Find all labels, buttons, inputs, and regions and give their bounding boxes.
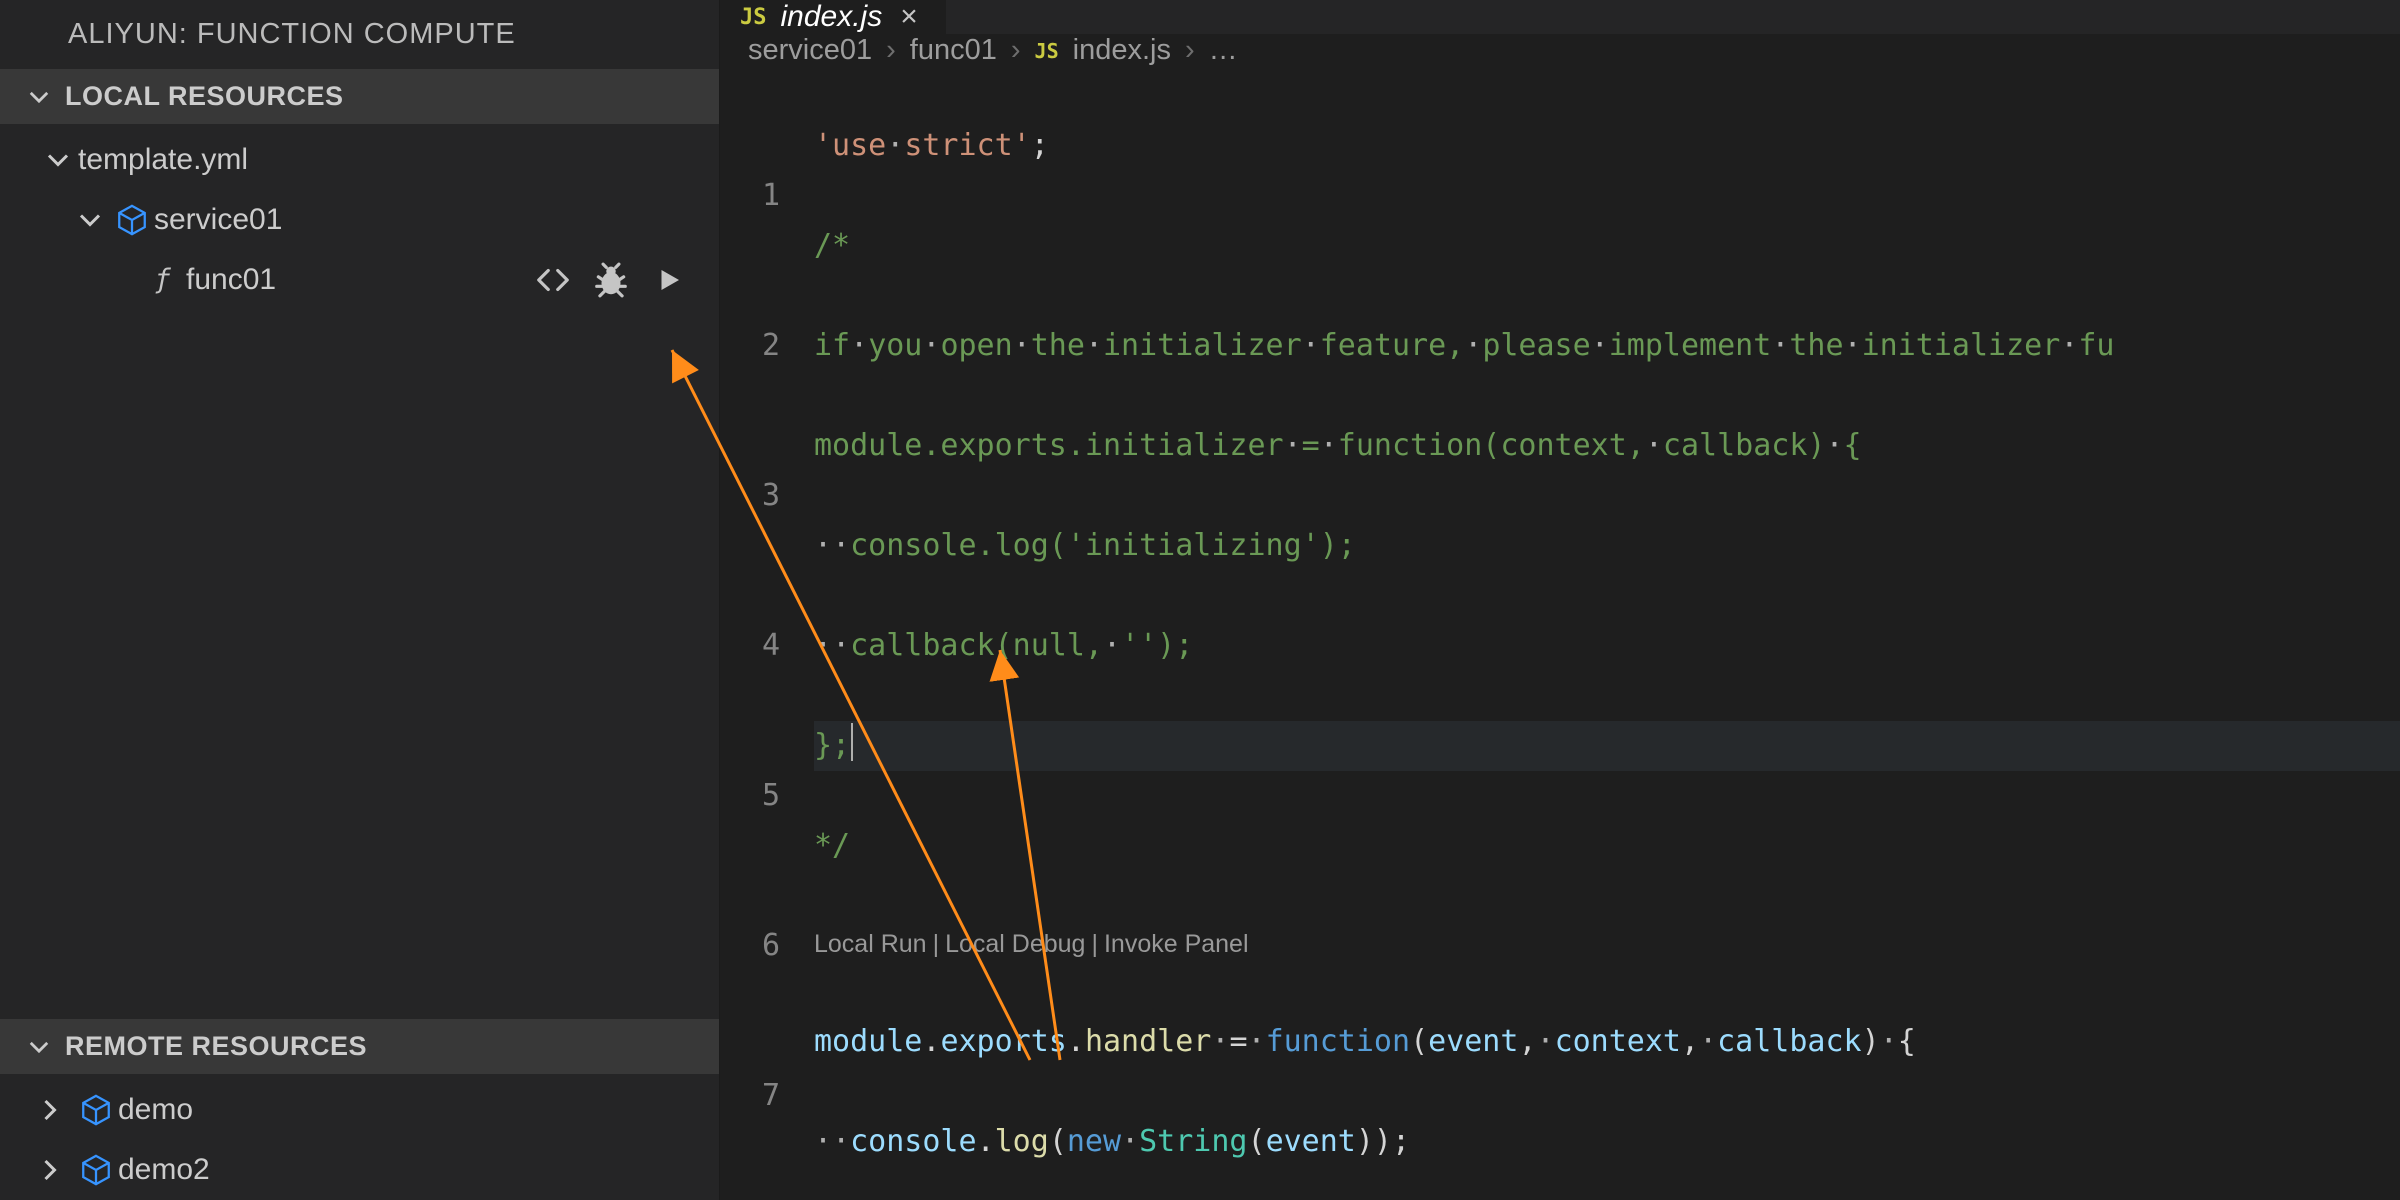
code-line[interactable]: ··console.log('initializing'); xyxy=(814,521,2400,571)
tree-item-service[interactable]: service01 xyxy=(0,190,719,250)
tree-item-label: demo2 xyxy=(118,1153,210,1187)
local-tree: template.yml service01 ƒ func01 xyxy=(0,124,719,310)
breadcrumb-item[interactable]: index.js xyxy=(1073,34,1171,67)
chevron-right-icon: › xyxy=(1011,34,1021,67)
section-header-local-label: LOCAL RESOURCES xyxy=(65,81,344,112)
tree-item-label: template.yml xyxy=(78,143,248,177)
code-line[interactable]: module.exports.handler·=·function(event,… xyxy=(814,1017,2400,1067)
js-file-icon: JS xyxy=(740,5,767,30)
code-line[interactable]: ··callback(null,·''); xyxy=(814,621,2400,671)
chevron-right-icon xyxy=(30,1098,70,1122)
chevron-right-icon: › xyxy=(886,34,896,67)
breadcrumb-item[interactable]: func01 xyxy=(910,34,997,67)
chevron-down-icon xyxy=(70,208,110,232)
codelens-invoke-panel[interactable]: Invoke Panel xyxy=(1104,930,1249,958)
sidebar-spacer xyxy=(0,310,719,1019)
remote-tree: demo demo2 xyxy=(0,1074,719,1200)
tab-bar: JS index.js × xyxy=(720,0,2400,34)
tree-item-label: demo xyxy=(118,1093,193,1127)
section-header-remote[interactable]: REMOTE RESOURCES xyxy=(0,1019,719,1074)
chevron-right-icon xyxy=(30,1158,70,1182)
tree-item-label: func01 xyxy=(186,263,276,297)
js-file-icon: JS xyxy=(1035,39,1059,63)
sidebar: ALIYUN: FUNCTION COMPUTE LOCAL RESOURCES… xyxy=(0,0,720,1200)
code-line[interactable]: /* xyxy=(814,221,2400,271)
line-number: 1 xyxy=(720,171,780,221)
tree-item-label: service01 xyxy=(154,203,282,237)
tree-item-remote[interactable]: demo xyxy=(0,1080,719,1140)
editor: JS index.js × service01 › func01 › JS in… xyxy=(720,0,2400,1200)
tree-item-function[interactable]: ƒ func01 xyxy=(0,250,719,310)
chevron-right-icon: › xyxy=(1185,34,1195,67)
gutter: 1 2 3 4 5 6 7 8 9 10 11 12 xyxy=(720,71,814,1200)
tree-item-template[interactable]: template.yml xyxy=(0,130,719,190)
cube-icon xyxy=(74,1153,118,1187)
line-number: 4 xyxy=(720,621,780,671)
panel-title: ALIYUN: FUNCTION COMPUTE xyxy=(0,0,719,69)
code-icon[interactable] xyxy=(533,260,573,300)
breadcrumb: service01 › func01 › JS index.js › … xyxy=(720,34,2400,67)
code-content[interactable]: 'use·strict'; /* if·you·open·the·initial… xyxy=(814,71,2400,1200)
code-lens: Local Run|Local Debug|Invoke Panel xyxy=(814,921,2400,967)
breadcrumb-overflow[interactable]: … xyxy=(1209,34,1240,67)
play-icon[interactable] xyxy=(649,260,689,300)
cube-icon xyxy=(110,203,154,237)
codelens-local-debug[interactable]: Local Debug xyxy=(945,930,1085,958)
section-header-local[interactable]: LOCAL RESOURCES xyxy=(0,69,719,124)
line-number: 3 xyxy=(720,471,780,521)
text-cursor xyxy=(851,723,853,761)
code-line[interactable]: */ xyxy=(814,821,2400,871)
code-line[interactable]: 'use·strict'; xyxy=(814,121,2400,171)
bug-icon[interactable] xyxy=(591,260,631,300)
line-number: 2 xyxy=(720,321,780,371)
close-icon[interactable]: × xyxy=(896,0,922,34)
line-number: 5 xyxy=(720,771,780,821)
chevron-down-icon xyxy=(25,1036,53,1058)
section-header-remote-label: REMOTE RESOURCES xyxy=(65,1031,367,1062)
breadcrumb-item[interactable]: service01 xyxy=(748,34,872,67)
cube-icon xyxy=(74,1093,118,1127)
function-icon: ƒ xyxy=(142,264,186,296)
code-line[interactable]: ··console.log(new·String(event)); xyxy=(814,1117,2400,1167)
line-number: 6 xyxy=(720,921,780,971)
chevron-down-icon xyxy=(38,148,78,172)
tree-item-remote[interactable]: demo2 xyxy=(0,1140,719,1200)
chevron-down-icon xyxy=(25,86,53,108)
svg-text:ƒ: ƒ xyxy=(155,264,172,295)
tree-item-actions xyxy=(533,260,689,300)
tab-active[interactable]: JS index.js × xyxy=(720,0,947,34)
code-line[interactable]: if·you·open·the·initializer·feature,·ple… xyxy=(814,321,2400,371)
codelens-local-run[interactable]: Local Run xyxy=(814,930,927,958)
line-number: 7 xyxy=(720,1071,780,1121)
code-line[interactable]: module.exports.initializer·=·function(co… xyxy=(814,421,2400,471)
tab-name: index.js xyxy=(781,0,883,34)
code-line[interactable]: }; xyxy=(814,721,2400,771)
code-area[interactable]: 1 2 3 4 5 6 7 8 9 10 11 12 'use·strict';… xyxy=(720,67,2400,1200)
